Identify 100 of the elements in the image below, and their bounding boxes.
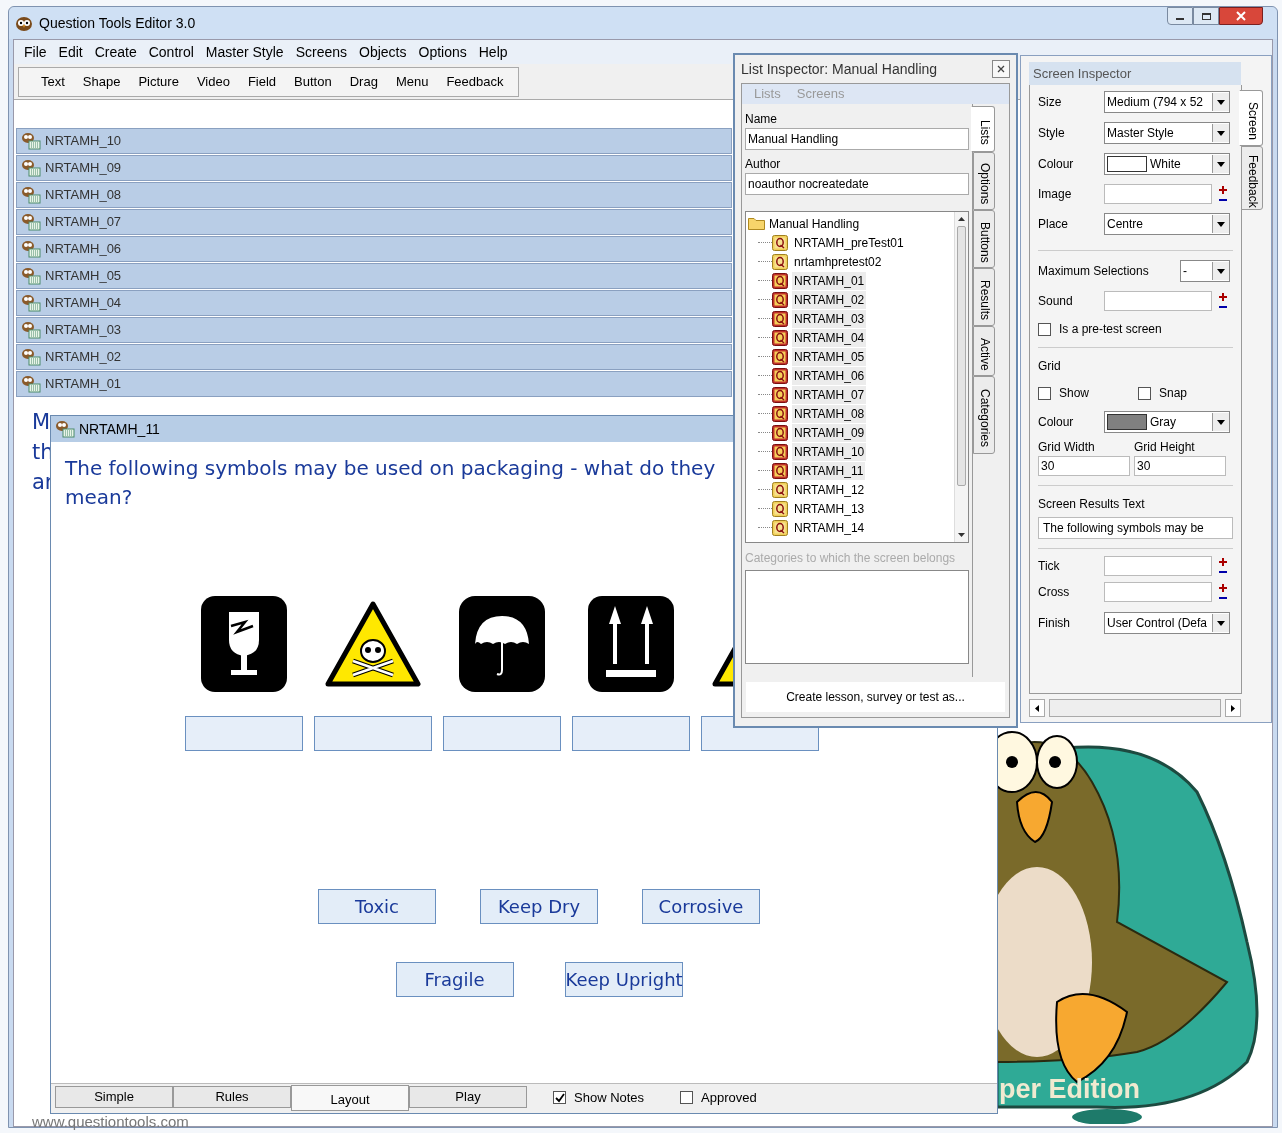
minimized-screen-bar[interactable]: NRTAMH_06 [16, 236, 732, 262]
add-remove-icon[interactable] [1218, 292, 1228, 310]
answer-button[interactable]: Toxic [318, 889, 436, 924]
view-tab[interactable]: Rules [173, 1086, 291, 1108]
view-tab[interactable]: Simple [55, 1086, 173, 1108]
scrollbar[interactable] [954, 212, 968, 542]
toolbar-button[interactable]: Video [188, 71, 238, 92]
minimized-screen-bar[interactable]: NRTAMH_09 [16, 155, 732, 181]
input-field[interactable]: 30 [1134, 456, 1226, 476]
close-icon[interactable] [1219, 7, 1263, 25]
minimized-screen-bar[interactable]: NRTAMH_07 [16, 209, 732, 235]
minimized-screen-bar[interactable]: NRTAMH_01 [16, 371, 732, 397]
tree-item[interactable]: nrtamhpretest02 [792, 252, 884, 271]
input-field[interactable] [1104, 556, 1212, 576]
dropdown[interactable]: Centre [1104, 213, 1230, 235]
tree-item[interactable]: NRTAMH_12 [792, 480, 867, 499]
caret-icon[interactable] [1217, 620, 1225, 626]
menu-item[interactable]: Help [472, 41, 514, 63]
input-field[interactable] [1104, 582, 1212, 602]
input-field[interactable]: The following symbols may be [1038, 517, 1233, 539]
minimized-screen-bar[interactable]: NRTAMH_08 [16, 182, 732, 208]
tree-item[interactable]: NRTAMH_11 [792, 461, 866, 480]
view-tab[interactable]: Layout [291, 1085, 409, 1111]
tree-item[interactable]: NRTAMH_02 [792, 290, 867, 309]
add-remove-icon[interactable] [1218, 185, 1228, 203]
tree-item[interactable]: NRTAMH_01 [792, 271, 867, 290]
side-tab[interactable]: Results [973, 268, 995, 326]
toolbar-button[interactable]: Drag [341, 71, 386, 92]
dropdown[interactable]: White [1104, 153, 1230, 175]
add-remove-icon[interactable] [1218, 583, 1228, 601]
answer-button[interactable]: Keep Dry [480, 889, 598, 924]
minimized-screen-bar[interactable]: NRTAMH_10 [16, 128, 732, 154]
scroll-left-icon[interactable] [1035, 704, 1039, 712]
dropdown[interactable]: Gray [1104, 411, 1230, 433]
tree-item[interactable]: NRTAMH_05 [792, 347, 867, 366]
toolbar-button[interactable]: Text [33, 71, 73, 92]
minimized-screen-bar[interactable]: NRTAMH_04 [16, 290, 732, 316]
dropdown[interactable]: Master Style [1104, 122, 1230, 144]
side-tab[interactable]: Screen [1239, 90, 1263, 146]
answer-button[interactable]: Corrosive [642, 889, 760, 924]
caret-icon[interactable] [1217, 221, 1225, 227]
answer-button[interactable]: Fragile [395, 962, 514, 997]
menu-item[interactable]: Edit [52, 41, 89, 63]
input-field[interactable] [1104, 291, 1212, 311]
side-tab[interactable]: Categories [973, 376, 995, 454]
toolbar-button[interactable]: Feedback [438, 71, 512, 92]
minimize-icon[interactable] [1167, 7, 1193, 25]
tree-item[interactable]: NRTAMH_07 [792, 385, 867, 404]
menu-item[interactable]: Control [142, 41, 200, 63]
drop-target-box[interactable] [572, 716, 690, 751]
menu-item[interactable]: Create [88, 41, 143, 63]
answer-button[interactable]: Keep Upright [564, 962, 683, 997]
toolbar-button[interactable]: Picture [130, 71, 187, 92]
scroll-down-icon[interactable] [958, 533, 965, 537]
dropdown[interactable]: Medium (794 x 52 [1104, 91, 1230, 113]
minimized-screen-bar[interactable]: NRTAMH_03 [16, 317, 732, 343]
tree-item[interactable]: NRTAMH_14 [792, 518, 867, 537]
side-tab[interactable]: Active [973, 326, 995, 376]
input-field[interactable]: 30 [1038, 456, 1130, 476]
input-field[interactable] [1104, 184, 1212, 204]
add-remove-icon[interactable] [1218, 557, 1228, 575]
toolbar-button[interactable]: Field [239, 71, 285, 92]
caret-icon[interactable] [1217, 99, 1225, 105]
toolbar-button[interactable]: Menu [387, 71, 437, 92]
side-tab[interactable]: Buttons [973, 210, 995, 268]
menu-item[interactable]: File [18, 41, 53, 63]
input-field[interactable]: Manual Handling [745, 128, 969, 150]
tree-item[interactable]: NRTAMH_03 [792, 309, 867, 328]
create-button[interactable]: Create lesson, survey or test as... [746, 682, 1005, 712]
tree-item[interactable]: NRTAMH_13 [792, 499, 867, 518]
side-tab[interactable]: Lists [971, 106, 995, 152]
view-tab[interactable]: Play [409, 1086, 527, 1108]
checkbox[interactable] [1038, 386, 1051, 400]
tree-item[interactable]: NRTAMH_06 [792, 366, 867, 385]
checkbox[interactable] [1138, 386, 1151, 400]
menu-item[interactable]: Master Style [199, 41, 290, 63]
toolbar-button[interactable]: Shape [74, 71, 129, 92]
dropdown[interactable]: User Control (Defa [1104, 612, 1230, 634]
scroll-right-icon[interactable] [1231, 704, 1235, 712]
drop-target-box[interactable] [185, 716, 303, 751]
tree-item[interactable]: NRTAMH_10 [792, 442, 867, 461]
tree-item[interactable]: NRTAMH_08 [792, 404, 867, 423]
tree-item[interactable]: Manual Handling [769, 214, 860, 233]
maximize-icon[interactable] [1193, 7, 1219, 25]
menu-item[interactable]: Screens [289, 41, 354, 63]
caret-icon[interactable] [1217, 268, 1225, 274]
caret-icon[interactable] [1217, 419, 1225, 425]
side-tab[interactable]: Options [973, 152, 995, 210]
categories-list[interactable] [745, 570, 969, 664]
checkbox[interactable] [1038, 322, 1051, 336]
close-icon[interactable] [992, 60, 1010, 78]
caret-icon[interactable] [1217, 130, 1225, 136]
scroll-up-icon[interactable] [958, 217, 965, 221]
side-tab[interactable]: Feedback [1241, 146, 1263, 210]
menu-item[interactable]: Options [412, 41, 473, 63]
toolbar-button[interactable]: Button [286, 71, 340, 92]
caret-icon[interactable] [1217, 161, 1225, 167]
tree-item[interactable]: NRTAMH_09 [792, 423, 867, 442]
tree-item[interactable]: NRTAMH_04 [792, 328, 867, 347]
input-field[interactable]: noauthor nocreatedate [745, 173, 969, 195]
